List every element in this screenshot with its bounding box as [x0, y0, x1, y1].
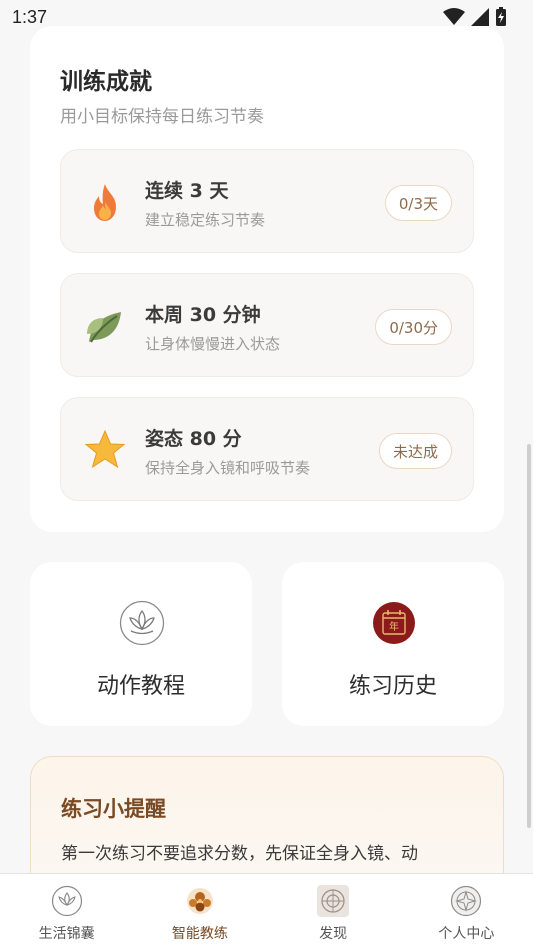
tutorial-label: 动作教程: [96, 674, 185, 699]
tab-profile[interactable]: 个人中心: [400, 874, 533, 948]
history-label: 练习历史: [348, 674, 437, 699]
lotus-icon: [119, 600, 165, 646]
history-tile[interactable]: 年 练习历史: [282, 562, 504, 726]
bottom-tab-bar: 生活锦囊 智能教练 发现 个人中心: [0, 873, 533, 948]
main-scroll-area[interactable]: 1:37 训练成就 用小目标保持每日练习节奏 连续 3 天 建立稳定练习节奏 0…: [0, 0, 533, 873]
achievement-item-posture-score[interactable]: 姿态 80 分 保持全身入镜和呼吸节奏 未达成: [60, 397, 474, 501]
tab-life-tips[interactable]: 生活锦囊: [0, 874, 133, 948]
status-time: 1:37: [12, 6, 48, 27]
achievements-title: 训练成就: [60, 69, 152, 95]
calendar-icon-text: 年: [389, 620, 399, 633]
tip-title: 练习小提醒: [61, 797, 166, 821]
profile-icon: [451, 885, 482, 917]
battery-icon: [496, 7, 506, 26]
tab-discover[interactable]: 发现: [267, 874, 400, 948]
tip-card: 练习小提醒 第一次练习不要追求分数，先保证全身入镜、动: [30, 756, 504, 873]
achievement-item-weekly-minutes[interactable]: 本周 30 分钟 让身体慢慢进入状态 0/30分: [60, 273, 474, 377]
discover-icon: [317, 885, 350, 917]
achievement-desc: 建立稳定练习节奏: [145, 211, 266, 229]
tab-label: 个人中心: [438, 926, 495, 942]
scrollbar[interactable]: [527, 444, 531, 828]
achievement-desc: 让身体慢慢进入状态: [145, 335, 281, 353]
flame-icon: [94, 184, 116, 221]
achievements-subtitle: 用小目标保持每日练习节奏: [60, 107, 264, 127]
achievement-progress-badge: 未达成: [378, 433, 452, 469]
tab-label: 生活锦囊: [38, 926, 95, 942]
achievement-name: 本周 30 分钟: [145, 304, 261, 326]
signal-icon: [471, 8, 489, 26]
tip-text: 第一次练习不要追求分数，先保证全身入镜、动: [61, 844, 418, 864]
status-icons: [443, 7, 507, 27]
tab-smart-coach[interactable]: 智能教练: [133, 874, 266, 948]
leaf-icon: [87, 312, 121, 343]
achievement-progress-badge: 0/30分: [375, 309, 452, 345]
coach-icon: [186, 888, 213, 914]
tab-label: 智能教练: [171, 926, 228, 942]
lotus-circle-icon: [51, 885, 82, 917]
achievement-progress-badge: 0/3天: [384, 185, 452, 221]
achievement-name: 连续 3 天: [145, 180, 229, 202]
achievements-card: 训练成就 用小目标保持每日练习节奏 连续 3 天 建立稳定练习节奏 0/3天 本…: [30, 26, 504, 532]
wifi-icon: [443, 8, 465, 25]
tutorial-tile[interactable]: 动作教程: [30, 562, 252, 726]
achievement-item-streak[interactable]: 连续 3 天 建立稳定练习节奏 0/3天: [60, 149, 474, 253]
calendar-icon: 年: [373, 602, 415, 644]
star-icon: [84, 429, 126, 469]
achievement-desc: 保持全身入镜和呼吸节奏: [145, 459, 311, 477]
achievement-name: 姿态 80 分: [145, 428, 242, 450]
tab-label: 发现: [319, 926, 348, 942]
